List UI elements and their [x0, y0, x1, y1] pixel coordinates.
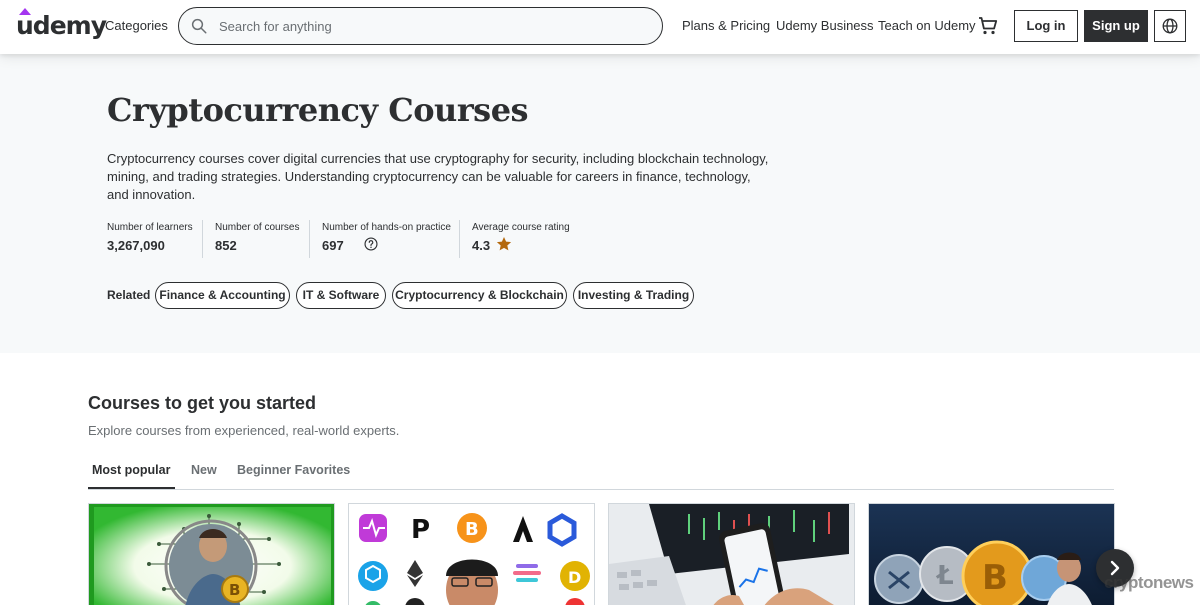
tab-most-popular[interactable]: Most popular — [92, 463, 170, 477]
language-button[interactable] — [1154, 10, 1186, 42]
course-card-thumbnail[interactable]: B — [88, 503, 335, 605]
tab-new[interactable]: New — [191, 463, 217, 477]
tabs-divider — [88, 489, 1114, 490]
plans-pricing-link[interactable]: Plans & Pricing — [682, 18, 770, 33]
teach-on-udemy-link[interactable]: Teach on Udemy — [878, 18, 976, 33]
course-thumbnail-image: Ł B — [869, 504, 1114, 605]
related-topic-pill[interactable]: Investing & Trading — [573, 282, 694, 309]
cart-icon[interactable] — [976, 14, 1000, 38]
course-card-thumbnail[interactable]: P B D — [348, 503, 595, 605]
globe-icon — [1162, 18, 1178, 34]
udemy-logo[interactable]: udemy — [16, 8, 107, 42]
tab-beginner-favorites[interactable]: Beginner Favorites — [237, 463, 350, 477]
course-card-thumbnail[interactable]: Ł B — [868, 503, 1115, 605]
course-card-thumbnail[interactable] — [608, 503, 855, 605]
stat-divider — [459, 220, 460, 258]
related-label: Related — [107, 288, 151, 302]
stat-divider — [202, 220, 203, 258]
svg-text:Ł: Ł — [935, 561, 954, 591]
stat-practice: Number of hands-on practice 697 — [322, 222, 451, 254]
stat-value: 3,267,090 — [107, 238, 165, 253]
login-button[interactable]: Log in — [1014, 10, 1078, 42]
search-bar[interactable] — [178, 7, 663, 45]
active-tab-indicator — [88, 487, 175, 489]
stat-value: 4.3 — [472, 238, 491, 253]
stat-label: Average course rating — [472, 222, 570, 233]
related-topic-pill[interactable]: IT & Software — [296, 282, 386, 309]
course-thumbnail-image — [609, 504, 854, 605]
section-subtitle: Explore courses from experienced, real-w… — [88, 423, 400, 438]
top-navbar: udemy Categories Plans & Pricing Udemy B… — [0, 0, 1200, 54]
search-icon[interactable] — [190, 17, 208, 35]
course-thumbnail-image: B — [89, 504, 334, 605]
course-thumbnail-image: P B D — [349, 504, 594, 605]
topic-hero: Cryptocurrency Courses Cryptocurrency co… — [0, 54, 1200, 353]
stat-divider — [309, 220, 310, 258]
stat-rating: Average course rating 4.3 — [472, 222, 570, 254]
signup-button[interactable]: Sign up — [1084, 10, 1148, 42]
stat-value: 697 — [322, 238, 344, 253]
stat-label: Number of courses — [215, 222, 300, 233]
svg-text:B: B — [229, 581, 240, 599]
related-topic-pill[interactable]: Finance & Accounting — [155, 282, 290, 309]
watermark-text: cryptonews — [1104, 573, 1194, 592]
stat-value: 852 — [215, 238, 237, 253]
stat-learners: Number of learners 3,267,090 — [107, 222, 193, 254]
page-title: Cryptocurrency Courses — [107, 91, 529, 129]
stat-label: Number of learners — [107, 222, 193, 233]
udemy-business-link[interactable]: Udemy Business — [776, 18, 874, 33]
stat-label: Number of hands-on practice — [322, 222, 451, 233]
star-icon — [496, 237, 512, 251]
related-topic-pill[interactable]: Cryptocurrency & Blockchain — [392, 282, 567, 309]
svg-text:D: D — [568, 568, 581, 587]
svg-text:P: P — [411, 515, 430, 545]
categories-link[interactable]: Categories — [105, 18, 168, 33]
search-input[interactable] — [219, 16, 639, 36]
stat-courses: Number of courses 852 — [215, 222, 299, 254]
svg-text:B: B — [982, 558, 1008, 598]
svg-text:B: B — [465, 519, 479, 540]
topic-description: Cryptocurrency courses cover digital cur… — [107, 151, 769, 202]
section-title: Courses to get you started — [88, 393, 317, 413]
help-circle-icon[interactable] — [364, 237, 378, 251]
